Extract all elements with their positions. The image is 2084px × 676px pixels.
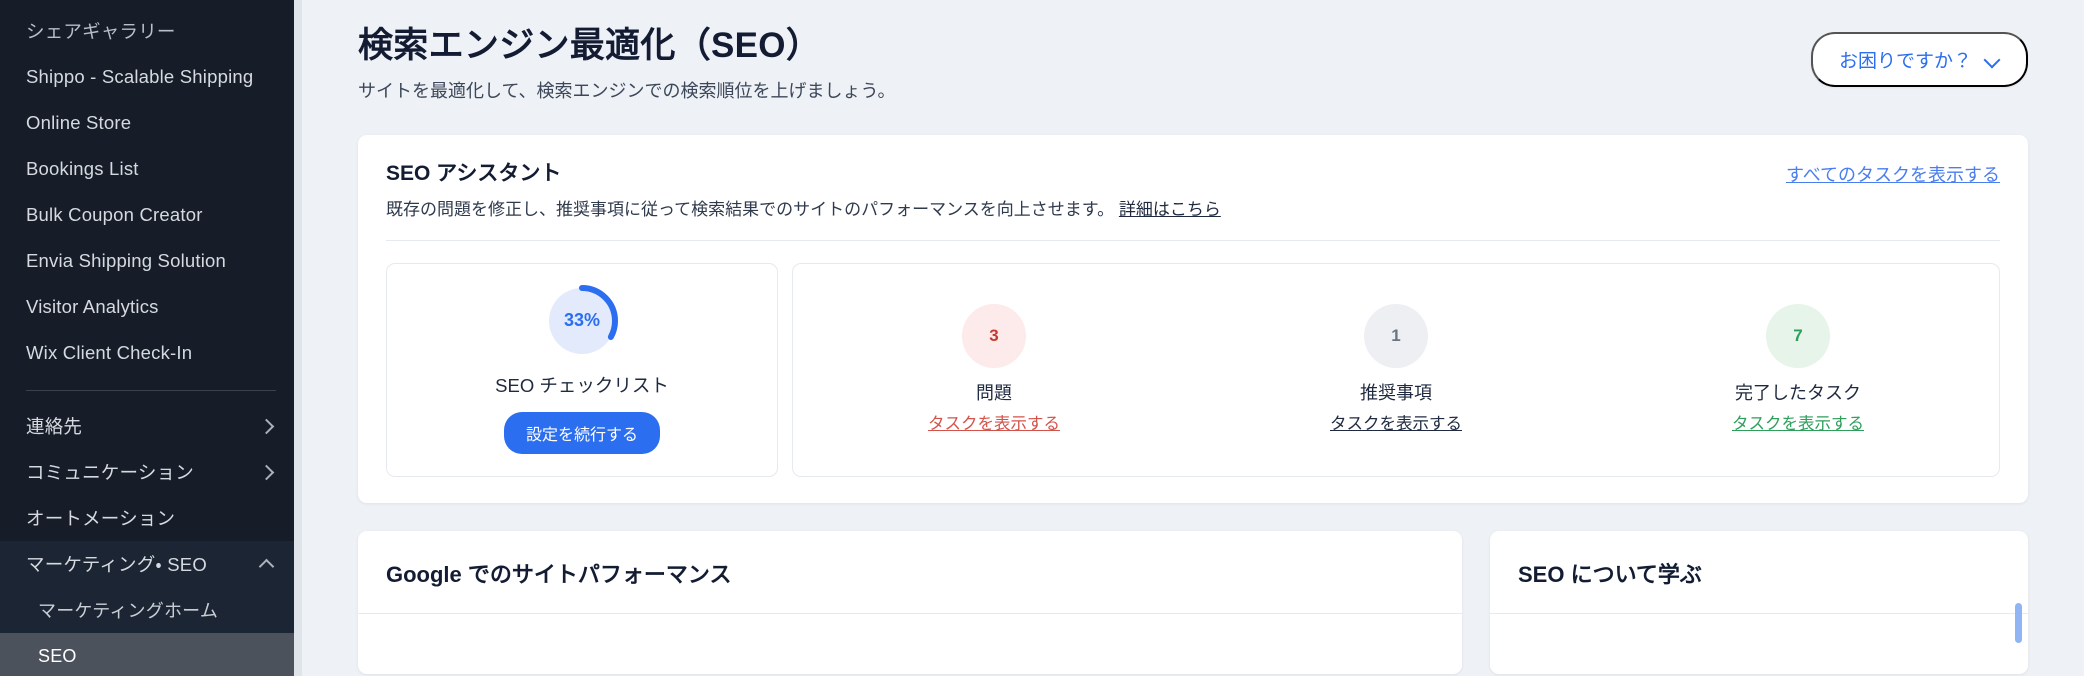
sidebar-item-marketing-seo[interactable]: マーケティング・ SEO: [0, 541, 302, 587]
sidebar-item-online-store[interactable]: Online Store: [0, 100, 302, 146]
chevron-down-icon: [1984, 52, 2000, 68]
page-subtitle: サイトを最適化して、検索エンジンでの検索順位を上げましょう。: [358, 80, 896, 101]
sidebar-item-visitor-analytics[interactable]: Visitor Analytics: [0, 284, 302, 330]
sidebar-item-bookings-list[interactable]: Bookings List: [0, 146, 302, 192]
chevron-right-icon: [258, 463, 276, 481]
learn-seo-card: SEO について学ぶ: [1490, 530, 2028, 674]
sidebar: シェアギャラリー Shippo - Scalable Shipping Onli…: [0, 0, 302, 676]
seo-assistant-body: 33% SEO チェックリスト 設定を続行する 3 問題 タスクを表示する 1 …: [386, 262, 2000, 477]
sidebar-scroll-area[interactable]: シェアギャラリー Shippo - Scalable Shipping Onli…: [0, 8, 302, 676]
sidebar-item-label: Shippo - Scalable Shipping: [26, 66, 254, 87]
seo-checklist-label: SEO チェックリスト: [495, 374, 669, 396]
stat-completed-tasks: 7 完了したタスク タスクを表示する: [1597, 303, 1999, 434]
sidebar-item-label: 連絡先: [26, 416, 83, 437]
sidebar-item-label: Envia Shipping Solution: [26, 250, 227, 271]
sidebar-item-label: Visitor Analytics: [26, 296, 159, 317]
sidebar-item-label: オートメーション: [26, 508, 176, 529]
sidebar-item-label: Bookings List: [26, 158, 139, 179]
continue-setup-button[interactable]: 設定を続行する: [503, 411, 660, 454]
progress-ring-percent: 33%: [563, 310, 601, 331]
progress-ring: 33%: [545, 284, 619, 358]
main-content: 検索エンジン最適化（SEO） サイトを最適化して、検索エンジンでの検索順位を上げ…: [302, 0, 2084, 676]
stat-bubble: 3: [962, 303, 1026, 368]
sidebar-item-label: SEO: [38, 645, 77, 666]
sidebar-item-label: Online Store: [26, 112, 132, 133]
site-performance-body: [358, 614, 1462, 674]
sidebar-item-wix-client-check-in[interactable]: Wix Client Check-In: [0, 330, 302, 376]
sidebar-item-bulk-coupon-creator[interactable]: Bulk Coupon Creator: [0, 192, 302, 238]
scrollbar-thumb[interactable]: [2015, 602, 2022, 643]
learn-seo-body: [1490, 614, 2028, 674]
seo-assistant-card: SEO アシスタント 既存の問題を修正し、推奨事項に従って検索結果でのサイトのパ…: [358, 134, 2028, 503]
sidebar-item-label: Wix Client Check-In: [26, 342, 193, 363]
seo-assistant-header: SEO アシスタント 既存の問題を修正し、推奨事項に従って検索結果でのサイトのパ…: [386, 157, 2000, 241]
stat-bubble: 7: [1766, 303, 1830, 368]
sidebar-item-seo[interactable]: SEO: [0, 633, 302, 676]
site-performance-title: Google でのサイトパフォーマンス: [358, 531, 1462, 614]
sidebar-right-edge: [294, 0, 302, 676]
sidebar-item-automation[interactable]: オートメーション: [0, 495, 302, 541]
sidebar-item-label: シェアギャラリー: [26, 21, 176, 42]
help-button[interactable]: お困りですか？: [1810, 32, 2028, 87]
chevron-up-icon: [258, 555, 276, 573]
seo-assistant-description: 既存の問題を修正し、推奨事項に従って検索結果でのサイトのパフォーマンスを向上させ…: [386, 195, 1221, 220]
sidebar-item-marketing-home[interactable]: マーケティングホーム: [0, 587, 302, 633]
sidebar-item-label: Bulk Coupon Creator: [26, 204, 203, 225]
sidebar-item-envia-shipping[interactable]: Envia Shipping Solution: [0, 238, 302, 284]
stat-label: 完了したタスク: [1735, 382, 1861, 403]
sidebar-item-label: コミュニケーション: [26, 462, 194, 483]
sidebar-item-label: マーケティングホーム: [38, 601, 219, 621]
help-button-label: お困りですか？: [1838, 51, 1972, 72]
stat-label: 推奨事項: [1360, 382, 1432, 403]
view-tasks-link[interactable]: タスクを表示する: [1330, 410, 1462, 434]
learn-more-link[interactable]: 詳細はこちら: [1119, 200, 1221, 219]
page-header-text: 検索エンジン最適化（SEO） サイトを最適化して、検索エンジンでの検索順位を上げ…: [358, 24, 895, 103]
seo-checklist-panel: 33% SEO チェックリスト 設定を続行する: [386, 262, 778, 477]
view-tasks-link[interactable]: タスクを表示する: [1732, 410, 1864, 434]
stat-recommendations: 1 推奨事項 タスクを表示する: [1195, 303, 1597, 434]
sidebar-item-communication[interactable]: コミュニケーション: [0, 449, 302, 495]
sidebar-divider: [26, 390, 276, 391]
stat-bubble: 1: [1364, 303, 1428, 368]
seo-assistant-description-text: 既存の問題を修正し、推奨事項に従って検索結果でのサイトのパフォーマンスを向上させ…: [386, 199, 1115, 219]
sidebar-item-shippo[interactable]: Shippo - Scalable Shipping: [0, 54, 302, 100]
sidebar-item-share-gallery[interactable]: シェアギャラリー: [0, 8, 302, 54]
stat-label: 問題: [976, 382, 1012, 403]
seo-assistant-header-text: SEO アシスタント 既存の問題を修正し、推奨事項に従って検索結果でのサイトのパ…: [386, 157, 1221, 220]
sidebar-item-contacts[interactable]: 連絡先: [0, 403, 302, 449]
sidebar-item-label: マーケティング・ SEO: [26, 554, 207, 575]
chevron-right-icon: [258, 417, 276, 435]
learn-seo-title: SEO について学ぶ: [1490, 531, 2028, 614]
seo-stats-panel: 3 問題 タスクを表示する 1 推奨事項 タスクを表示する 7 完了したタスク …: [792, 262, 2000, 477]
view-all-tasks-link[interactable]: すべてのタスクを表示する: [1786, 161, 2000, 187]
stat-issues: 3 問題 タスクを表示する: [793, 303, 1195, 434]
seo-assistant-title: SEO アシスタント: [386, 161, 562, 185]
view-tasks-link[interactable]: タスクを表示する: [928, 410, 1060, 434]
bottom-cards-row: Google でのサイトパフォーマンス SEO について学ぶ: [358, 530, 2028, 674]
site-performance-card: Google でのサイトパフォーマンス: [358, 530, 1462, 674]
page-title: 検索エンジン最適化（SEO）: [358, 26, 822, 65]
page-header: 検索エンジン最適化（SEO） サイトを最適化して、検索エンジンでの検索順位を上げ…: [358, 0, 2028, 103]
